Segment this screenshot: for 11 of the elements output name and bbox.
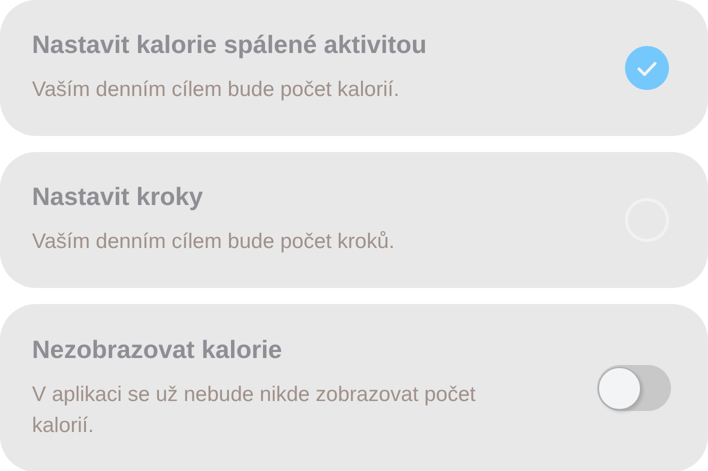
option-card[interactable]: Nastavit kroky Vaším denním cílem bude počet kroků. <box>0 152 708 288</box>
option-title: Nastavit kroky <box>32 183 204 212</box>
checked-radio-icon[interactable] <box>625 46 669 90</box>
toggle-switch[interactable] <box>597 365 671 411</box>
option-description: Vaším denním cílem bude počet kroků. <box>32 229 395 255</box>
option-card[interactable]: Nastavit kalorie spálené aktivitou Vaším denním cílem bude počet kalorií. <box>0 0 708 136</box>
option-title: Nezobrazovat kalorie <box>32 336 284 364</box>
option-description: Vaším denním cílem bude počet kalorií. <box>32 77 400 103</box>
option-title: Nastavit kalorie spálené aktivitou <box>32 31 427 60</box>
option-card[interactable]: Nezobrazovat kalorie V aplikaci se už nebude nikde zobrazovat počet kalorií. <box>0 304 708 471</box>
option-description: V aplikaci se už nebude nikde zobrazovat počet kalorií. <box>32 382 477 438</box>
